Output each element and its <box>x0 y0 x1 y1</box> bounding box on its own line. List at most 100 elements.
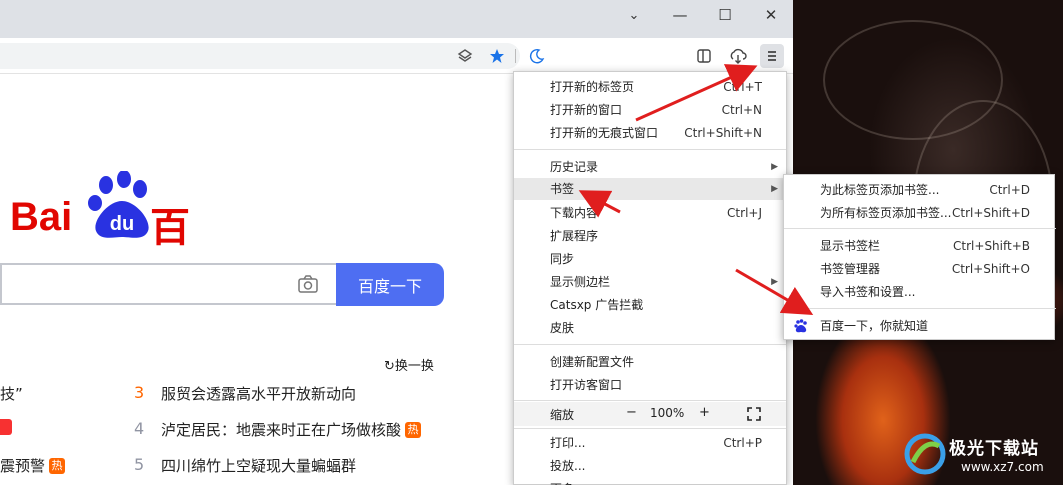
menu-separator <box>514 400 786 401</box>
hot-item[interactable]: 震预警热 <box>0 455 66 476</box>
layers-icon[interactable] <box>453 44 477 68</box>
menu-item-shortcut: Ctrl+N <box>721 103 762 117</box>
zoom-out-button[interactable]: − <box>626 405 637 420</box>
hot-item-text: 震预警 <box>0 457 46 475</box>
menu-item-new-profile[interactable]: 创建新配置文件 <box>514 351 786 373</box>
menu-separator <box>514 149 786 150</box>
menu-item-print[interactable]: 打印... Ctrl+P <box>514 432 786 454</box>
menu-item-cast[interactable]: 投放... <box>514 455 786 477</box>
menu-item-more[interactable]: 更多 <box>514 478 786 485</box>
browser-toolbar <box>0 38 793 74</box>
menu-item-downloads[interactable]: 下载内容 Ctrl+J <box>514 202 786 224</box>
menu-item-label: 导入书签和设置... <box>820 285 916 299</box>
menu-item-history[interactable]: 历史记录 ▶ <box>514 156 786 178</box>
watermark-title: 极光下载站 <box>949 439 1039 459</box>
menu-item-shortcut: Ctrl+Shift+B <box>953 239 1030 253</box>
title-bar: ⌄ — ☐ ✕ <box>0 0 793 38</box>
hot-item-text: 服贸会透露高水平开放新动向 <box>161 385 357 403</box>
submenu-item-baidu-bookmark[interactable]: 百度一下，你就知道 <box>784 315 1054 337</box>
menu-item-sync[interactable]: 同步 <box>514 248 786 270</box>
menu-item-new-tab[interactable]: 打开新的标签页 Ctrl+T <box>514 76 786 98</box>
submenu-arrow-icon: ▶ <box>771 162 778 172</box>
submenu-arrow-icon: ▶ <box>771 184 778 194</box>
moon-icon[interactable] <box>525 44 549 68</box>
menu-item-label: 为所有标签页添加书签... <box>820 206 952 220</box>
download-icon[interactable] <box>726 44 750 68</box>
refresh-hotlist-button[interactable]: ↻换一换 <box>384 355 434 374</box>
fullscreen-icon[interactable] <box>747 407 761 421</box>
hot-item-number: 3 <box>134 383 145 402</box>
refresh-label: 换一换 <box>394 359 434 374</box>
hot-item-number: 4 <box>134 419 145 438</box>
hot-item[interactable]: 四川绵竹上空疑现大量蝙蝠群 <box>161 455 356 476</box>
watermark-url: www.xz7.com <box>961 460 1044 474</box>
menu-separator <box>784 308 1056 309</box>
menu-button[interactable] <box>760 44 784 68</box>
submenu-item-show-bookmarks-bar[interactable]: 显示书签栏 Ctrl+Shift+B <box>784 235 1054 257</box>
hot-item[interactable]: 技” <box>0 383 23 404</box>
submenu-item-import-bookmarks[interactable]: 导入书签和设置... <box>784 281 1054 303</box>
menu-item-label: 书签管理器 <box>820 262 881 276</box>
menu-item-label: 同步 <box>550 252 575 266</box>
menu-item-label: 打开新的无痕式窗口 <box>550 126 659 140</box>
hot-item-text: 技” <box>0 385 23 403</box>
menu-item-incognito[interactable]: 打开新的无痕式窗口 Ctrl+Shift+N <box>514 122 786 144</box>
menu-item-shortcut: Ctrl+D <box>989 183 1030 197</box>
menu-item-label: 为此标签页添加书签... <box>820 183 940 197</box>
hot-badge <box>0 419 12 435</box>
maximize-button[interactable]: ☐ <box>702 0 748 30</box>
menu-separator <box>514 344 786 345</box>
submenu-arrow-icon: ▶ <box>771 277 778 287</box>
menu-item-adblock[interactable]: Catsxp 广告拦截 <box>514 294 786 316</box>
menu-item-label: 下载内容 <box>550 206 599 220</box>
submenu-item-bookmark-all-tabs[interactable]: 为所有标签页添加书签... Ctrl+Shift+D <box>784 202 1054 224</box>
hot-item[interactable]: 服贸会透露高水平开放新动向 <box>161 383 356 404</box>
address-bar[interactable] <box>0 43 520 69</box>
zoom-label: 缩放 <box>550 408 575 422</box>
minimize-button[interactable]: — <box>657 0 703 30</box>
zoom-value: 100% <box>650 406 685 420</box>
menu-item-label: Catsxp 广告拦截 <box>550 298 644 312</box>
menu-separator <box>514 428 786 429</box>
search-input[interactable] <box>0 263 337 305</box>
menu-item-label: 书签 <box>550 182 575 196</box>
search-button[interactable]: 百度一下 <box>336 263 444 306</box>
menu-item-label: 创建新配置文件 <box>550 355 635 369</box>
hot-item-text: 泸定居民：地震来时正在广场做核酸 <box>161 421 402 439</box>
hot-badge: 热 <box>405 422 422 438</box>
camera-icon[interactable] <box>298 275 318 293</box>
menu-item-bookmarks[interactable]: 书签 ▶ <box>514 178 786 200</box>
menu-item-show-sidebar[interactable]: 显示侧边栏 ▶ <box>514 271 786 293</box>
menu-item-skin[interactable]: 皮肤 <box>514 317 786 339</box>
menu-item-extensions[interactable]: 扩展程序 <box>514 225 786 247</box>
submenu-item-bookmark-manager[interactable]: 书签管理器 Ctrl+Shift+O <box>784 258 1054 280</box>
menu-item-shortcut: Ctrl+P <box>723 436 762 450</box>
menu-item-label: 投放... <box>550 459 586 473</box>
hot-item-number: 5 <box>134 455 145 474</box>
menu-icon <box>768 51 776 61</box>
menu-item-label: 皮肤 <box>550 321 575 335</box>
logo-text-du: du <box>110 213 134 235</box>
menu-item-label: 扩展程序 <box>550 229 599 243</box>
star-icon[interactable] <box>485 44 509 68</box>
tab-search-dropdown-icon[interactable]: ⌄ <box>611 0 657 30</box>
sidebar-icon[interactable] <box>692 44 716 68</box>
hot-item-text: 四川绵竹上空疑现大量蝙蝠群 <box>161 457 357 475</box>
baidu-paw-icon: du <box>88 171 149 238</box>
menu-item-new-window[interactable]: 打开新的窗口 Ctrl+N <box>514 99 786 121</box>
bookmarks-submenu: 为此标签页添加书签... Ctrl+D 为所有标签页添加书签... Ctrl+Shi… <box>783 174 1056 340</box>
menu-item-label: 打印... <box>550 436 586 450</box>
zoom-in-button[interactable]: + <box>699 405 710 420</box>
menu-item-label: 打开新的标签页 <box>550 80 635 94</box>
submenu-item-bookmark-this-tab[interactable]: 为此标签页添加书签... Ctrl+D <box>784 179 1054 201</box>
zoom-row: 缩放 − 100% + <box>514 402 786 426</box>
menu-item-label: 打开新的窗口 <box>550 103 623 117</box>
menu-item-shortcut: Ctrl+J <box>727 206 762 220</box>
hot-badge: 热 <box>49 458 66 474</box>
hot-item[interactable]: 泸定居民：地震来时正在广场做核酸热 <box>161 419 422 440</box>
hot-item[interactable] <box>0 419 12 441</box>
menu-item-guest-window[interactable]: 打开访客窗口 <box>514 374 786 396</box>
close-button[interactable]: ✕ <box>748 0 793 30</box>
menu-item-label: 显示侧边栏 <box>550 275 611 289</box>
menu-item-shortcut: Ctrl+Shift+O <box>951 262 1030 276</box>
